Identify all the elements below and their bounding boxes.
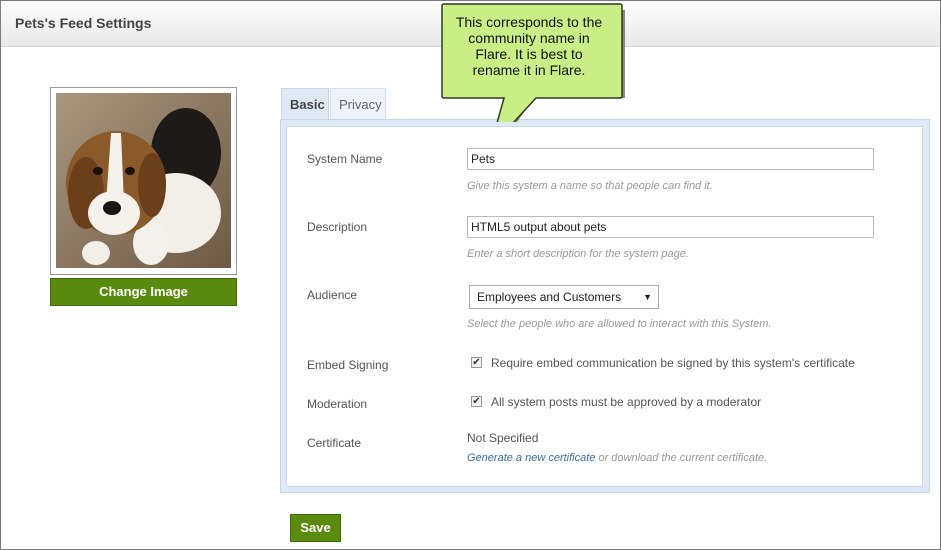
certificate-suffix: or download the current certificate. (595, 452, 768, 464)
tab-basic[interactable]: Basic (281, 88, 329, 120)
callout-text: This corresponds to the community name i… (442, 14, 616, 78)
callout-line: Flare. It is best to (475, 46, 583, 62)
description-input[interactable]: HTML5 output about pets (467, 216, 874, 238)
certificate-actions: Generate a new certificate or download t… (467, 452, 767, 464)
embed-signing-label: Embed Signing (307, 358, 389, 372)
callout-line: rename it in Flare. (472, 62, 586, 78)
moderation-label: Moderation (307, 397, 368, 411)
dropdown-arrow-icon: ▼ (643, 292, 652, 302)
system-name-label: System Name (307, 152, 383, 166)
callout-line: This corresponds to the (455, 14, 603, 30)
avatar (56, 93, 231, 268)
certificate-value: Not Specified (467, 431, 539, 445)
avatar-frame (50, 87, 237, 275)
callout-line: community name in (468, 30, 590, 46)
puppy-photo (56, 93, 231, 268)
audience-select[interactable]: Employees and Customers ▼ (469, 285, 659, 309)
certificate-label: Certificate (307, 436, 362, 450)
page-title: Pets's Feed Settings (15, 15, 152, 31)
change-image-button[interactable]: Change Image (50, 278, 237, 306)
embed-signing-checkbox[interactable]: ✔ (471, 357, 482, 368)
audience-hint: Select the people who are allowed to int… (467, 318, 772, 330)
description-hint: Enter a short description for the system… (467, 248, 689, 260)
system-name-hint: Give this system a name so that people c… (467, 180, 713, 192)
audience-label: Audience (307, 288, 358, 302)
generate-certificate-link[interactable]: Generate a new certificate (467, 452, 595, 464)
moderation-checkbox-label: All system posts must be approved by a m… (491, 395, 762, 409)
system-name-input[interactable]: Pets (467, 148, 874, 170)
tab-privacy[interactable]: Privacy (330, 88, 386, 120)
description-label: Description (307, 220, 368, 234)
audience-selected-value: Employees and Customers (477, 290, 622, 304)
save-button[interactable]: Save (290, 514, 341, 542)
moderation-checkbox[interactable]: ✔ (471, 396, 482, 407)
embed-signing-checkbox-label: Require embed communication be signed by… (491, 356, 855, 370)
